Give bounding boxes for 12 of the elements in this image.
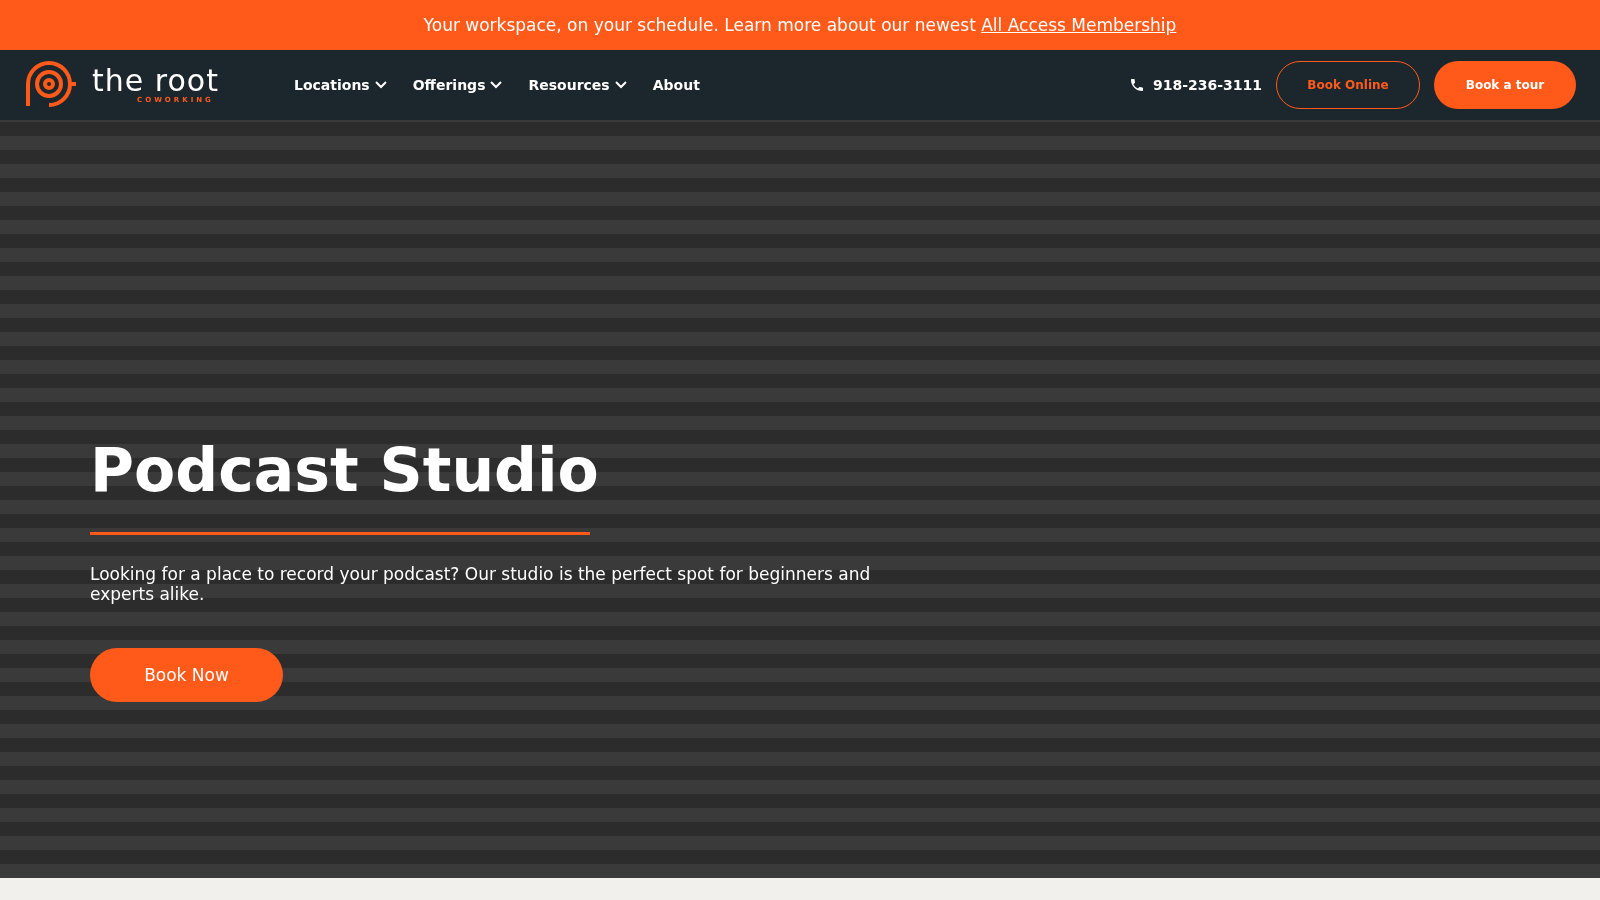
- nav-link[interactable]: Offerings: [412, 77, 503, 93]
- logo-name: the root: [92, 66, 219, 96]
- phone-number: 918-236-3111: [1152, 77, 1262, 93]
- logo-icon[interactable]: [24, 60, 78, 110]
- phone-link[interactable]: 918-236-3111: [1128, 77, 1262, 93]
- nav-link[interactable]: Resources: [528, 77, 627, 93]
- nav-link[interactable]: About: [652, 77, 700, 93]
- announcement-text: Your workspace, on your schedule. Learn more about our newest All Access Membership: [423, 15, 1177, 35]
- phone-icon: [1128, 77, 1145, 93]
- hero-title: Podcast Studio: [90, 440, 599, 500]
- hero-text: Looking for a place to record your podcast? Our studio is the perfect spot for beginners and experts alike.: [90, 565, 872, 605]
- nav-link[interactable]: Locations: [294, 77, 387, 93]
